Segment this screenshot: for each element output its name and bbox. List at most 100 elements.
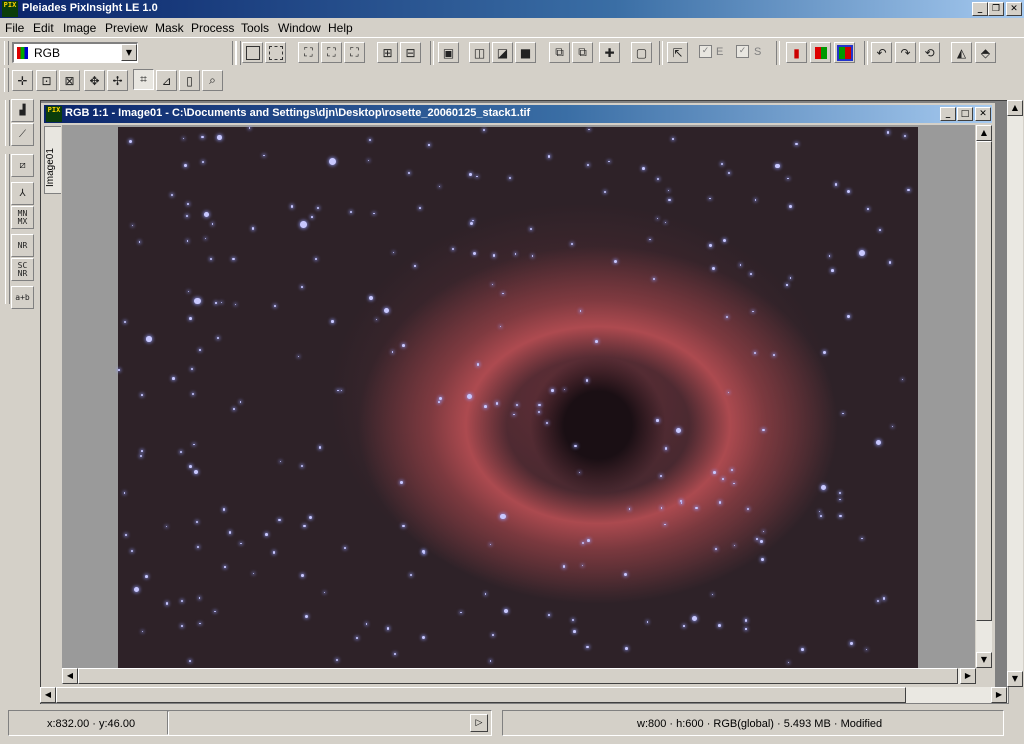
minimize-button[interactable]: _ — [972, 2, 988, 16]
rotate-right-button[interactable]: ↷ — [895, 42, 916, 63]
star — [750, 273, 752, 276]
star — [189, 465, 193, 468]
image-viewport[interactable] — [62, 125, 975, 668]
app-logo-icon[interactable]: PIX — [2, 1, 18, 17]
preview-copy-button[interactable]: ⧉ — [549, 42, 570, 63]
image-scroll-right-button[interactable]: ▶ — [960, 668, 976, 684]
scroll-up-button[interactable]: ▲ — [1007, 100, 1023, 116]
image-close-button[interactable]: ✕ — [975, 107, 991, 121]
image-scroll-down-button[interactable]: ▼ — [976, 652, 992, 668]
check-s-label: S — [754, 46, 762, 58]
zoom-out-mode-button[interactable]: ⊠ — [59, 70, 80, 91]
scroll-down-button[interactable]: ▼ — [1007, 671, 1023, 687]
zoom-1-1-button[interactable]: ⛶ — [298, 42, 319, 63]
star — [263, 154, 265, 157]
image-vertical-scrollbar[interactable]: ▲ ▼ — [976, 125, 992, 668]
star — [495, 402, 499, 405]
menu-tools[interactable]: Tools — [241, 21, 269, 35]
pan-mode-button[interactable]: ✥ — [84, 70, 105, 91]
crop-mode-button[interactable]: ⌗ — [133, 69, 154, 90]
image-window-title-bar[interactable]: PIX RGB 1:1 - Image01 - C:\Documents and… — [44, 105, 992, 123]
channel-rgb-button[interactable] — [810, 42, 831, 63]
pixel-math-button[interactable]: a+b — [11, 286, 34, 309]
menu-mask[interactable]: Mask — [155, 21, 184, 35]
preview-center-button[interactable]: ✚ — [599, 42, 620, 63]
toolbar-grip[interactable] — [236, 41, 241, 65]
scroll-left-button[interactable]: ◀ — [40, 687, 56, 703]
curves-transform-button[interactable]: ⟋ — [11, 123, 34, 146]
image-scroll-left-button[interactable]: ◀ — [62, 668, 78, 684]
zoom-out-button[interactable]: ⊟ — [400, 42, 421, 63]
zoom-fit-content-button[interactable] — [265, 42, 286, 63]
histogram-transform-button[interactable]: ▟ — [11, 99, 34, 122]
image-horizontal-scrollbar[interactable]: ◀ ▶ — [62, 668, 976, 684]
image-vscroll-thumb[interactable] — [976, 141, 992, 621]
zoom-preview-button[interactable]: ⌕ — [202, 70, 223, 91]
scroll-thumb[interactable] — [56, 687, 906, 703]
star — [728, 392, 730, 394]
dynamic-crop-button[interactable]: ⊿ — [156, 70, 177, 91]
zoom-in-button[interactable]: ⊞ — [377, 42, 398, 63]
workspace-horizontal-scrollbar[interactable]: ◀ ▶ — [40, 687, 1008, 703]
preview-delete-button[interactable]: ■ — [515, 42, 536, 63]
close-button[interactable]: ✕ — [1006, 2, 1022, 16]
preview-select-button[interactable]: ◫ — [469, 42, 490, 63]
clone-stamp-button[interactable]: ⧄ — [11, 154, 34, 177]
zoom-fit-button[interactable] — [242, 42, 263, 63]
menu-process[interactable]: Process — [191, 21, 234, 35]
mask-show-button[interactable]: ⇱ — [667, 42, 688, 63]
rotate-left-button[interactable]: ↶ — [871, 42, 892, 63]
color-space-select[interactable]: RGB ▼ — [12, 42, 138, 63]
chevron-down-icon[interactable]: ▼ — [121, 44, 137, 61]
preview-fit-button[interactable]: ▢ — [631, 42, 652, 63]
image-minimize-button[interactable]: _ — [940, 107, 956, 121]
image-hscroll-thumb[interactable] — [78, 668, 958, 684]
view-tab[interactable]: Image01 — [44, 126, 61, 194]
readout-mode-button[interactable]: ✛ — [12, 70, 33, 91]
new-image-button[interactable]: ▯ — [179, 70, 200, 91]
toolbar-grip[interactable] — [4, 41, 9, 65]
status-expand-button[interactable]: ▷ — [470, 714, 488, 732]
mirror-vertical-button[interactable]: ⬘ — [975, 42, 996, 63]
mirror-horizontal-button[interactable]: ◭ — [951, 42, 972, 63]
palette-grip[interactable] — [5, 154, 10, 304]
image-maximize-button[interactable]: □ — [957, 107, 973, 121]
menu-image[interactable]: Image — [63, 21, 96, 35]
palette-grip[interactable] — [5, 100, 10, 146]
morphology-button[interactable]: MN MX — [11, 206, 34, 229]
star — [642, 167, 646, 170]
check-s-checkbox[interactable]: ✓ — [736, 45, 749, 58]
scroll-right-button[interactable]: ▶ — [991, 687, 1007, 703]
zoom-1-2-button[interactable]: ⛶ — [321, 42, 342, 63]
fit-window-icon — [245, 45, 260, 60]
zoom-in-mode-icon: ⊡ — [41, 73, 52, 88]
scnr-button[interactable]: SC NR — [11, 258, 34, 281]
zoom-1-3-button[interactable]: ⛶ — [344, 42, 365, 63]
menu-edit[interactable]: Edit — [33, 21, 54, 35]
menu-help[interactable]: Help — [328, 21, 353, 35]
workspace-vertical-scrollbar[interactable]: ▲ ▼ — [1007, 100, 1023, 687]
app-title-bar[interactable]: PIX Pleiades PixInsight LE 1.0 _ ❐ ✕ — [0, 0, 1024, 18]
menu-preview[interactable]: Preview — [105, 21, 148, 35]
image-window[interactable]: PIX RGB 1:1 - Image01 - C:\Documents and… — [41, 103, 995, 687]
restore-button[interactable]: ❐ — [988, 2, 1004, 16]
image-scroll-up-button[interactable]: ▲ — [976, 125, 992, 141]
menu-file[interactable]: File — [5, 21, 24, 35]
star — [492, 284, 494, 286]
histogram-button[interactable]: ▮ — [786, 42, 807, 63]
menu-window[interactable]: Window — [278, 21, 321, 35]
rosette-nebula-image[interactable] — [118, 127, 918, 668]
toolbar-grip[interactable] — [4, 68, 9, 92]
check-e-checkbox[interactable]: ✓ — [699, 45, 712, 58]
rotate-180-button[interactable]: ⟲ — [919, 42, 940, 63]
preview-paste-button[interactable]: ⧉ — [572, 42, 593, 63]
zoom-in-mode-button[interactable]: ⊡ — [36, 70, 57, 91]
image-window-icon[interactable]: PIX — [46, 106, 62, 122]
channel-composite-button[interactable] — [834, 42, 855, 63]
new-preview-button[interactable]: ▣ — [438, 42, 459, 63]
noise-reduction-button[interactable]: NR — [11, 234, 34, 257]
star — [482, 128, 485, 131]
center-mode-button[interactable]: ✢ — [107, 70, 128, 91]
deconvolution-button[interactable]: ⅄ — [11, 182, 34, 205]
preview-edit-button[interactable]: ◪ — [492, 42, 513, 63]
